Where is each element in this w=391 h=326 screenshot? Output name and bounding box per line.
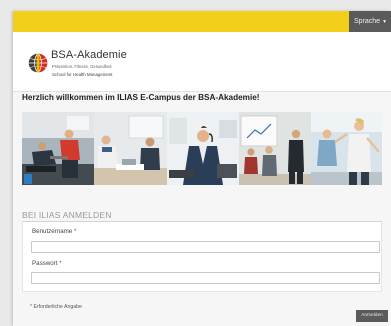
brand-name: BSA-Akademie bbox=[51, 49, 127, 61]
language-label: Sprache bbox=[354, 18, 381, 25]
header: BSA-Akademie Prävention, Fitness, Gesund… bbox=[13, 32, 391, 92]
globe-logo-icon bbox=[28, 53, 48, 73]
login-form: Benutzername * Passwort * bbox=[22, 222, 382, 292]
brand-tagline: School for Health Management bbox=[52, 72, 113, 77]
login-section-title: BEI ILIAS ANMELDEN bbox=[22, 210, 112, 220]
brand-subtitle: Prävention, Fitness, Gesundheit bbox=[52, 64, 112, 69]
fitness-class-photo bbox=[311, 112, 382, 185]
top-bar: Sprache ▼ bbox=[13, 11, 391, 32]
password-input[interactable] bbox=[31, 272, 380, 284]
caret-down-icon: ▼ bbox=[382, 19, 388, 25]
login-page: Sprache ▼ BSA-Akademie Prävention, Fitnes… bbox=[13, 11, 391, 326]
required-marker: * bbox=[30, 304, 33, 310]
username-label: Benutzername * bbox=[32, 228, 77, 235]
required-marker: * bbox=[59, 260, 62, 267]
username-input[interactable] bbox=[31, 241, 380, 253]
presentation-photo bbox=[239, 112, 311, 185]
required-marker: * bbox=[73, 228, 77, 235]
language-dropdown[interactable]: Sprache ▼ bbox=[349, 11, 391, 32]
welcome-heading: Herzlich willkommen im ILIAS E-Campus de… bbox=[22, 93, 260, 102]
call-center-photo bbox=[167, 112, 239, 185]
required-note: * Erforderliche Angabe bbox=[30, 304, 82, 310]
login-button[interactable]: Anmelden bbox=[356, 310, 388, 322]
fitness-training-photo bbox=[22, 112, 94, 185]
photo-banner bbox=[22, 112, 382, 185]
password-label: Passwort * bbox=[32, 260, 62, 267]
office-meeting-photo bbox=[94, 112, 167, 185]
